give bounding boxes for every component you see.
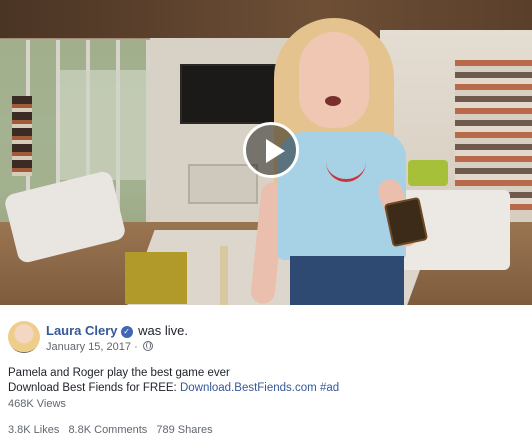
video-frame-person-face — [299, 32, 369, 128]
avatar[interactable] — [8, 321, 40, 353]
video-frame-tv — [180, 64, 276, 124]
meta-separator: · — [134, 341, 138, 353]
globe-icon — [142, 341, 153, 351]
video-player[interactable] — [0, 0, 532, 305]
check-badge-icon: ✓ — [120, 326, 133, 338]
engagement-stats: 3.8K Likes 8.8K Comments 789 Shares — [8, 424, 219, 436]
video-frame-cabinet — [188, 164, 258, 204]
post-text: Pamela and Roger play the best game ever… — [8, 366, 339, 396]
post-meta: January 15, 2017 · — [46, 341, 153, 353]
play-icon — [266, 139, 285, 163]
shares-count[interactable]: 789 Shares — [156, 424, 212, 436]
post-text-prefix: Download Best Fiends for FREE: — [8, 382, 180, 394]
video-frame-person-mouth — [325, 96, 341, 106]
post-text-line: Download Best Fiends for FREE: Download.… — [8, 381, 339, 396]
post-link[interactable]: Download.BestFiends.com — [180, 382, 317, 394]
video-frame-window-light — [60, 70, 150, 180]
view-count: 468K Views — [8, 398, 66, 410]
post-text-line: Pamela and Roger play the best game ever — [8, 367, 230, 379]
video-frame-person-jeans — [290, 256, 404, 305]
video-frame-bookshelf — [455, 60, 532, 210]
author-line: Laura Clery ✓ was live. — [46, 323, 188, 338]
author-name[interactable]: Laura Clery — [46, 323, 118, 338]
live-status: was live. — [138, 323, 189, 338]
hashtag-link[interactable]: #ad — [320, 382, 339, 394]
video-frame-box — [125, 252, 187, 304]
comments-count[interactable]: 8.8K Comments — [68, 424, 147, 436]
play-button[interactable] — [243, 122, 299, 178]
video-frame-stool — [220, 246, 228, 305]
likes-count[interactable]: 3.8K Likes — [8, 424, 59, 436]
video-frame-lamp — [12, 96, 32, 176]
post-info: Laura Clery ✓ was live. January 15, 2017 … — [0, 305, 532, 440]
video-frame-pillow — [408, 160, 448, 186]
post-date[interactable]: January 15, 2017 — [46, 341, 131, 353]
